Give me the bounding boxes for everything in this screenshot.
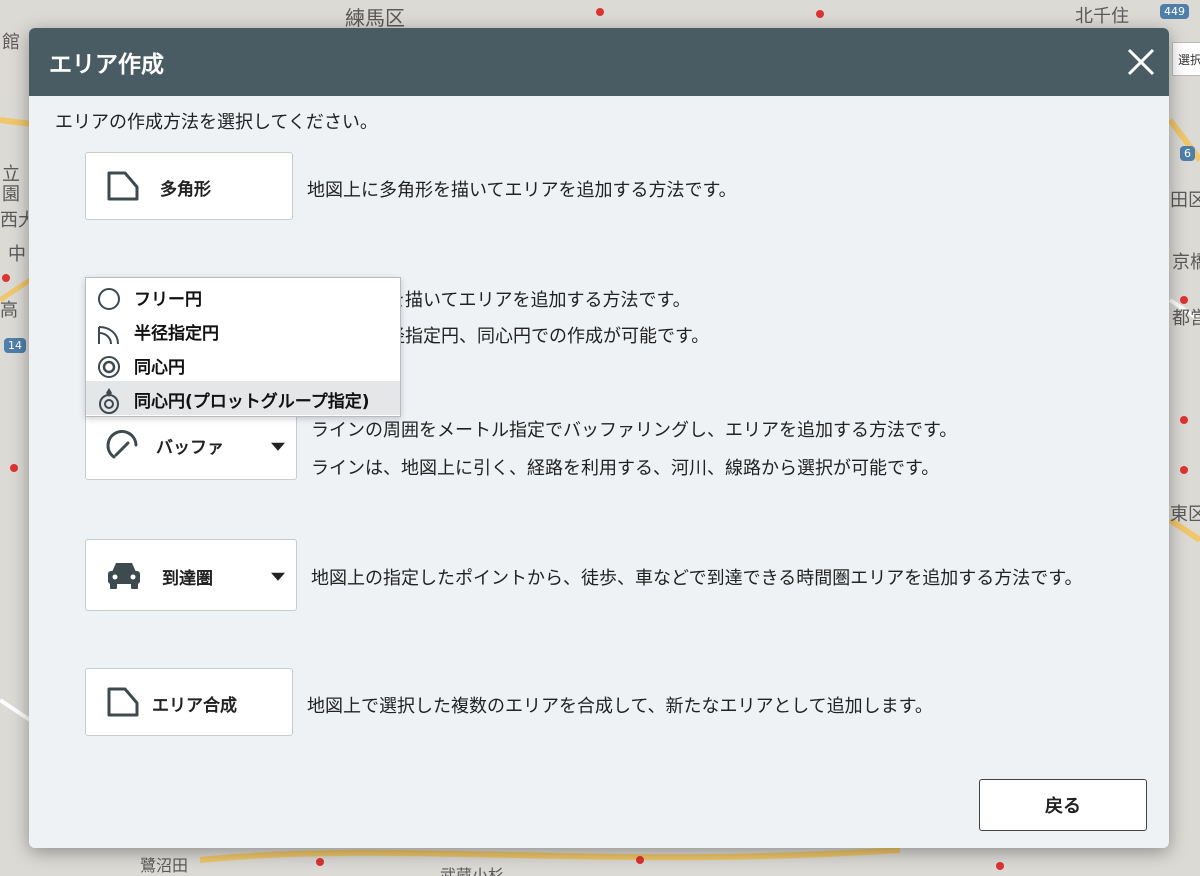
polygon-icon	[107, 171, 139, 201]
circle-description-line1: 円を描いてエリアを追加する方法です。	[369, 290, 691, 311]
map-label: 中	[8, 244, 26, 265]
map-label: 都営	[1172, 308, 1200, 329]
map-label: 東区	[1170, 504, 1200, 525]
dropdown-item-label: フリー円	[134, 290, 202, 310]
instruction-text: エリアの作成方法を選択してください。	[55, 112, 378, 133]
dropdown-item-free-circle[interactable]: フリー円	[86, 279, 400, 313]
map-label: 鷺沼田	[140, 856, 189, 875]
map-label: 北千住	[1075, 6, 1129, 27]
circle-type-dropdown: フリー円 半径指定円 同心円 同心円(プロットグループ指定)	[85, 277, 401, 417]
area-merge-description: 地図上で選択した複数のエリアを合成して、新たなエリアとして追加します。	[307, 696, 933, 717]
dropdown-item-concentric-circle[interactable]: 同心円	[86, 347, 400, 381]
map-label: 田区	[1170, 190, 1200, 211]
polygon-button-label: 多角形	[160, 180, 211, 200]
map-label: 館	[2, 32, 20, 53]
radius-arc-icon	[98, 326, 119, 345]
polygon-button[interactable]: 多角形	[85, 152, 293, 220]
reach-area-description: 地図上の指定したポイントから、徒歩、車などで到達できる時間圏エリアを追加する方法…	[311, 568, 1083, 589]
circle-description-line2: 半径指定円、同心円での作成が可能です。	[369, 326, 710, 347]
map-label: 高	[0, 300, 18, 321]
close-button[interactable]	[1121, 42, 1161, 82]
concentric-circle-icon	[98, 356, 120, 378]
modal-header: エリア作成	[29, 28, 1169, 96]
map-route-badge: 6	[1180, 146, 1195, 161]
chevron-down-icon	[271, 442, 285, 451]
map-label: 園	[2, 184, 20, 205]
chevron-down-icon	[271, 572, 285, 581]
dropdown-item-radius-circle[interactable]: 半径指定円	[86, 313, 400, 347]
buffer-button[interactable]: バッファ	[85, 410, 297, 480]
buffer-description-line2: ラインは、地図上に引く、経路を利用する、河川、線路から選択が可能です。	[311, 458, 940, 479]
map-label: 西大	[0, 210, 28, 231]
car-icon	[108, 563, 140, 589]
area-merge-button[interactable]: エリア合成	[85, 668, 293, 736]
area-create-modal: エリア作成 エリアの作成方法を選択してください。 多角形 地図上に多角形を描いて…	[29, 28, 1169, 848]
dropdown-item-label: 同心円	[134, 358, 185, 378]
dropdown-item-concentric-plot-group[interactable]: 同心円(プロットグループ指定)	[86, 381, 400, 415]
polygon-description: 地図上に多角形を描いてエリアを追加する方法です。	[307, 180, 737, 201]
reach-area-button-label: 到達圏	[162, 569, 213, 589]
map-route-badge: 449	[1160, 4, 1189, 19]
modal-title: エリア作成	[49, 52, 164, 78]
map-route-badge: 14	[4, 338, 26, 353]
dropdown-item-label: 同心円(プロットグループ指定)	[134, 392, 370, 412]
area-merge-button-label: エリア合成	[152, 696, 237, 716]
buffer-button-label: バッファ	[156, 438, 224, 458]
reach-area-button[interactable]: 到達圏	[85, 539, 297, 611]
circle-outline-icon	[98, 288, 120, 310]
map-label: 武蔵小杉	[440, 866, 505, 876]
map-label: 練馬区	[345, 6, 405, 30]
buffer-description-line1: ラインの周囲をメートル指定でバッファリングし、エリアを追加する方法です。	[311, 420, 958, 441]
map-select-button[interactable]: 選択ヤ	[1172, 42, 1200, 76]
close-icon	[1127, 48, 1155, 76]
polygon-icon	[107, 687, 139, 717]
buffer-icon	[106, 430, 138, 459]
concentric-pin-icon	[99, 388, 119, 414]
back-button[interactable]: 戻る	[979, 779, 1147, 831]
dropdown-item-label: 半径指定円	[134, 324, 219, 344]
map-label: 京橋	[1172, 252, 1200, 273]
